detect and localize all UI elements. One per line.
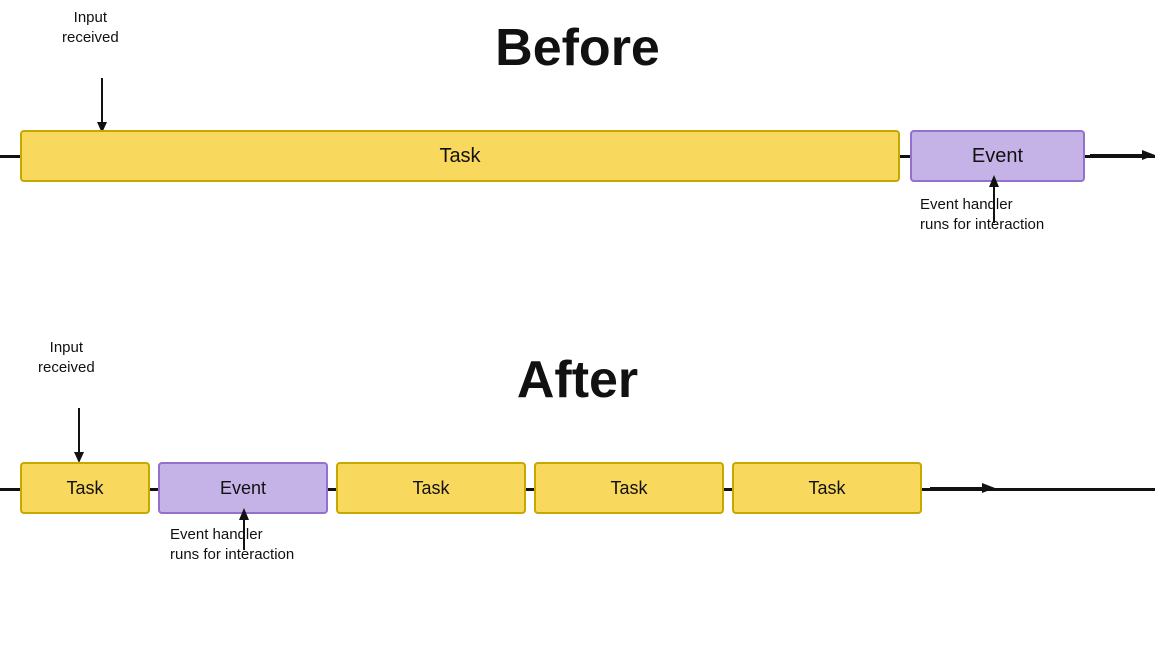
before-title: Before — [495, 18, 660, 78]
after-title: After — [517, 350, 638, 410]
before-input-arrow — [95, 78, 109, 133]
before-arrow-right — [1090, 148, 1140, 164]
after-task-block-1: Task — [20, 462, 150, 514]
after-input-label: Inputreceived — [38, 338, 95, 377]
after-task-block-3: Task — [534, 462, 724, 514]
diagram-container: Before Inputreceived Task Event Event ha… — [0, 0, 1155, 647]
before-input-label: Inputreceived — [62, 8, 119, 47]
after-task-block-4: Task — [732, 462, 922, 514]
after-event-handler-label: Event handlerruns for interaction — [170, 525, 294, 564]
after-task-block-2: Task — [336, 462, 526, 514]
before-event-handler-label: Event handlerruns for interaction — [920, 195, 1044, 234]
after-input-arrow — [72, 408, 86, 463]
after-event-block: Event — [158, 462, 328, 514]
before-task-block: Task — [20, 130, 900, 182]
after-arrow-right — [930, 481, 980, 497]
